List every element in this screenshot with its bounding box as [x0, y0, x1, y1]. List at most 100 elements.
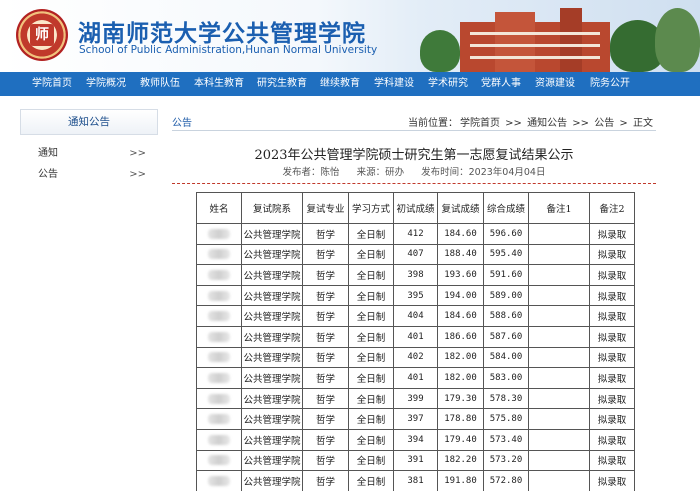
- table-header-row: 姓名 复试院系 复试专业 学习方式 初试成绩 复试成绩 综合成绩 备注1 备注2: [196, 192, 635, 224]
- nav-item-continuing[interactable]: 继续教育: [320, 72, 360, 96]
- cell-major: 哲学: [302, 243, 349, 266]
- cell-initial-score: 407: [393, 243, 438, 266]
- col-header-name: 姓名: [196, 192, 242, 224]
- col-header-note1: 备注1: [528, 192, 590, 224]
- cell-retest-score: 188.40: [437, 243, 484, 266]
- nav-item-faculty[interactable]: 教师队伍: [140, 72, 180, 96]
- breadcrumb-separator: >>: [572, 118, 590, 129]
- section-tab: 公告: [172, 118, 192, 129]
- nav-item-research[interactable]: 学术研究: [428, 72, 468, 96]
- cell-major: 哲学: [302, 367, 349, 389]
- breadcrumb-separator: >: [619, 118, 628, 129]
- cell-name: [196, 428, 242, 451]
- cell-note2: 拟录取: [589, 346, 635, 369]
- cell-retest-score: 178.80: [437, 408, 484, 430]
- cell-retest-score: 193.60: [437, 264, 484, 286]
- cell-total-score: 572.80: [483, 470, 529, 491]
- cell-note1: [528, 470, 590, 491]
- cell-major: 哲学: [302, 284, 349, 307]
- article-author: 发布者：陈怡: [282, 167, 340, 178]
- cell-name: [196, 408, 242, 430]
- sidebar-title: 通知公告: [20, 109, 158, 135]
- redacted-name: [208, 228, 230, 239]
- nav-item-undergrad[interactable]: 本科生教育: [194, 72, 244, 96]
- cell-initial-score: 394: [393, 428, 438, 451]
- breadcrumb-home[interactable]: 学院首页: [460, 118, 500, 129]
- site-header: 师 湖南师范大学公共管理学院 School of Public Administ…: [0, 0, 700, 72]
- table-row: 公共管理学院 哲学 全日制 394 179.40 573.40 拟录取: [196, 428, 635, 451]
- cell-total-score: 587.60: [483, 325, 529, 348]
- cell-dept: 公共管理学院: [241, 367, 303, 389]
- university-logo[interactable]: 师: [16, 9, 68, 61]
- cell-initial-score: 402: [393, 346, 438, 369]
- cell-retest-score: 186.60: [437, 325, 484, 348]
- cell-note1: [528, 387, 590, 410]
- results-table: 姓名 复试院系 复试专业 学习方式 初试成绩 复试成绩 综合成绩 备注1 备注2…: [196, 192, 635, 491]
- cell-total-score: 573.40: [483, 428, 529, 451]
- sidebar: 通知公告 通知 >> 公告 >>: [20, 109, 158, 185]
- cell-study-mode: 全日制: [348, 367, 394, 389]
- cell-study-mode: 全日制: [348, 264, 394, 286]
- cell-note2: 拟录取: [589, 449, 635, 472]
- cell-retest-score: 194.00: [437, 284, 484, 307]
- redacted-name: [208, 352, 230, 363]
- cell-dept: 公共管理学院: [241, 408, 303, 430]
- cell-dept: 公共管理学院: [241, 264, 303, 286]
- nav-item-resources[interactable]: 资源建设: [535, 72, 575, 96]
- cell-name: [196, 223, 242, 245]
- cell-dept: 公共管理学院: [241, 305, 303, 327]
- nav-item-graduate[interactable]: 研究生教育: [257, 72, 307, 96]
- cell-study-mode: 全日制: [348, 243, 394, 266]
- cell-note2: 拟录取: [589, 284, 635, 307]
- redacted-name: [208, 311, 230, 322]
- cell-study-mode: 全日制: [348, 387, 394, 410]
- cell-dept: 公共管理学院: [241, 325, 303, 348]
- cell-retest-score: 184.60: [437, 223, 484, 245]
- cell-study-mode: 全日制: [348, 284, 394, 307]
- nav-item-discipline[interactable]: 学科建设: [374, 72, 414, 96]
- redacted-name: [208, 414, 230, 425]
- cell-note2: 拟录取: [589, 305, 635, 327]
- site-subtitle: School of Public Administration,Hunan No…: [79, 44, 378, 56]
- cell-note2: 拟录取: [589, 387, 635, 410]
- nav-item-home[interactable]: 学院首页: [32, 72, 72, 96]
- cell-major: 哲学: [302, 305, 349, 327]
- breadcrumb-notices[interactable]: 通知公告: [527, 118, 567, 129]
- article-meta: 发布者：陈怡 来源：研办 发布时间：2023年04月04日: [172, 164, 656, 178]
- col-header-total-score: 综合成绩: [483, 192, 529, 224]
- cell-study-mode: 全日制: [348, 223, 394, 245]
- cell-name: [196, 305, 242, 327]
- cell-note1: [528, 449, 590, 472]
- breadcrumb-announcement[interactable]: 公告: [594, 118, 614, 129]
- table-row: 公共管理学院 哲学 全日制 399 179.30 578.30 拟录取: [196, 387, 635, 410]
- table-row: 公共管理学院 哲学 全日制 381 191.80 572.80 拟录取: [196, 470, 635, 491]
- campus-building-image: [400, 0, 700, 72]
- cell-total-score: 596.60: [483, 223, 529, 245]
- cell-study-mode: 全日制: [348, 305, 394, 327]
- cell-total-score: 595.40: [483, 243, 529, 266]
- nav-item-party-hr[interactable]: 党群人事: [481, 72, 521, 96]
- sidebar-item-notice[interactable]: 通知 >>: [20, 143, 158, 164]
- table-row: 公共管理学院 哲学 全日制 395 194.00 589.00 拟录取: [196, 284, 635, 307]
- site-title[interactable]: 湖南师范大学公共管理学院: [78, 14, 366, 48]
- cell-note2: 拟录取: [589, 408, 635, 430]
- cell-major: 哲学: [302, 428, 349, 451]
- table-row: 公共管理学院 哲学 全日制 402 182.00 584.00 拟录取: [196, 346, 635, 369]
- cell-total-score: 578.30: [483, 387, 529, 410]
- cell-dept: 公共管理学院: [241, 428, 303, 451]
- nav-item-affairs[interactable]: 院务公开: [590, 72, 630, 96]
- redacted-name: [208, 455, 230, 466]
- table-row: 公共管理学院 哲学 全日制 397 178.80 575.80 拟录取: [196, 408, 635, 430]
- cell-major: 哲学: [302, 470, 349, 491]
- cell-name: [196, 284, 242, 307]
- sidebar-item-announcement[interactable]: 公告 >>: [20, 164, 158, 185]
- sidebar-item-label: 通知: [38, 148, 58, 159]
- breadcrumb: 当前位置： 学院首页 >> 通知公告 >> 公告 > 正文: [407, 114, 654, 129]
- col-header-dept: 复试院系: [241, 192, 303, 224]
- redacted-name: [208, 434, 230, 445]
- breadcrumb-separator: >>: [505, 118, 522, 129]
- cell-name: [196, 243, 242, 266]
- cell-note1: [528, 264, 590, 286]
- nav-item-overview[interactable]: 学院概况: [86, 72, 126, 96]
- cell-retest-score: 179.30: [437, 387, 484, 410]
